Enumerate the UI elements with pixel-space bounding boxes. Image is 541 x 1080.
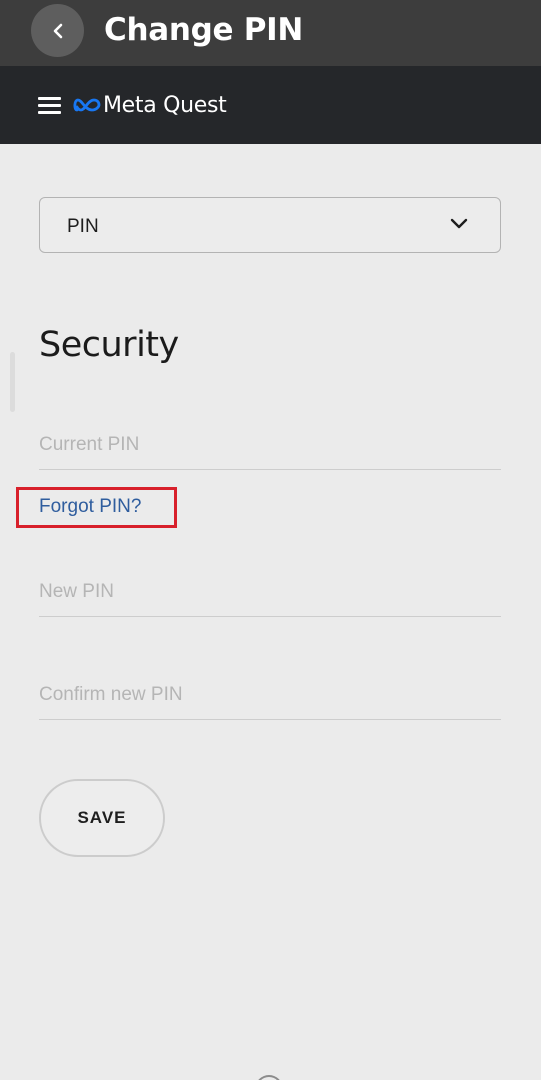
confirm-pin-field — [39, 670, 501, 720]
current-pin-input[interactable] — [39, 420, 501, 469]
settings-section-dropdown[interactable]: PIN — [39, 197, 501, 253]
section-title: Security — [39, 325, 179, 365]
page-title: Change PIN — [104, 12, 304, 48]
chevron-down-icon — [450, 218, 468, 229]
confirm-pin-input[interactable] — [39, 670, 501, 719]
current-pin-field — [39, 420, 501, 470]
back-button[interactable] — [31, 4, 84, 57]
meta-quest-logo[interactable]: Meta Quest — [73, 91, 227, 119]
chevron-left-icon — [53, 23, 62, 38]
dropdown-selected-value: PIN — [67, 216, 99, 237]
meta-infinity-icon — [73, 98, 101, 112]
save-button[interactable]: SAVE — [39, 779, 165, 857]
hamburger-menu-icon[interactable] — [38, 95, 62, 115]
brand-name: Meta Quest — [103, 92, 227, 118]
new-pin-input[interactable] — [39, 567, 501, 616]
new-pin-field — [39, 567, 501, 617]
bottom-handle — [255, 1075, 283, 1080]
forgot-pin-link[interactable]: Forgot PIN? — [39, 496, 141, 518]
title-bar: Change PIN — [0, 0, 541, 66]
scroll-indicator — [10, 352, 15, 412]
